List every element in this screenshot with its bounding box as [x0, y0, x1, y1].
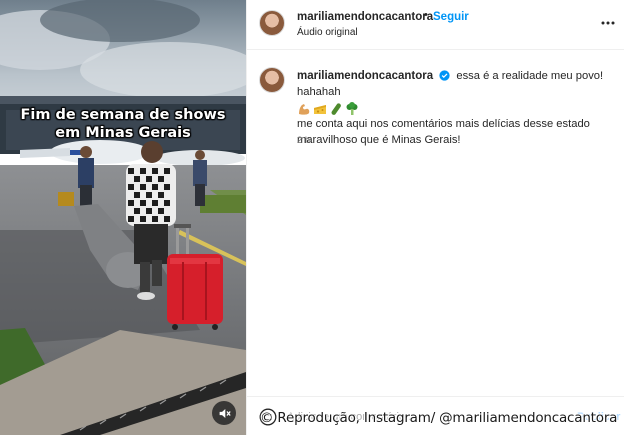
post-timestamp[interactable]: 2 h — [297, 135, 310, 146]
post-header: mariliamendoncacantora • Seguir Áudio or… — [247, 0, 624, 50]
post-caption: mariliamendoncacantora essa é a realidad… — [297, 69, 615, 148]
video-frame-image — [0, 0, 246, 435]
video-caption-line-2: em Minas Gerais — [55, 125, 191, 141]
header-username[interactable]: mariliamendoncacantora — [297, 11, 433, 23]
video-caption-line-1: Fim de semana de shows — [20, 107, 226, 123]
emoji-row — [297, 102, 615, 116]
caption-text-line-2: me conta aqui nos comentários mais delíc… — [297, 118, 590, 146]
avatar[interactable] — [259, 10, 285, 36]
reel-video[interactable]: Fim de semana de shows em Minas Gerais — [0, 0, 246, 435]
image-credit-watermark: © Reprodução, Instagram/ @mariliamendonc… — [260, 410, 618, 426]
pickle-icon — [331, 103, 341, 115]
cheese-icon — [314, 105, 326, 114]
more-options-icon[interactable] — [599, 14, 617, 32]
video-caption: Fim de semana de shows em Minas Gerais — [0, 106, 246, 142]
broccoli-icon — [346, 102, 358, 115]
mute-button[interactable] — [212, 401, 236, 425]
post-details-panel: mariliamendoncacantora • Seguir Áudio or… — [246, 0, 624, 435]
follow-button[interactable]: Seguir — [433, 11, 469, 23]
verified-badge-icon — [439, 70, 450, 81]
speaker-muted-icon — [219, 408, 231, 418]
caption-avatar[interactable] — [259, 67, 285, 93]
caption-username[interactable]: mariliamendoncacantora — [297, 70, 433, 82]
audio-link[interactable]: Áudio original — [297, 27, 358, 38]
flexed-biceps-icon — [299, 104, 310, 115]
separator-dot: • — [424, 9, 428, 21]
